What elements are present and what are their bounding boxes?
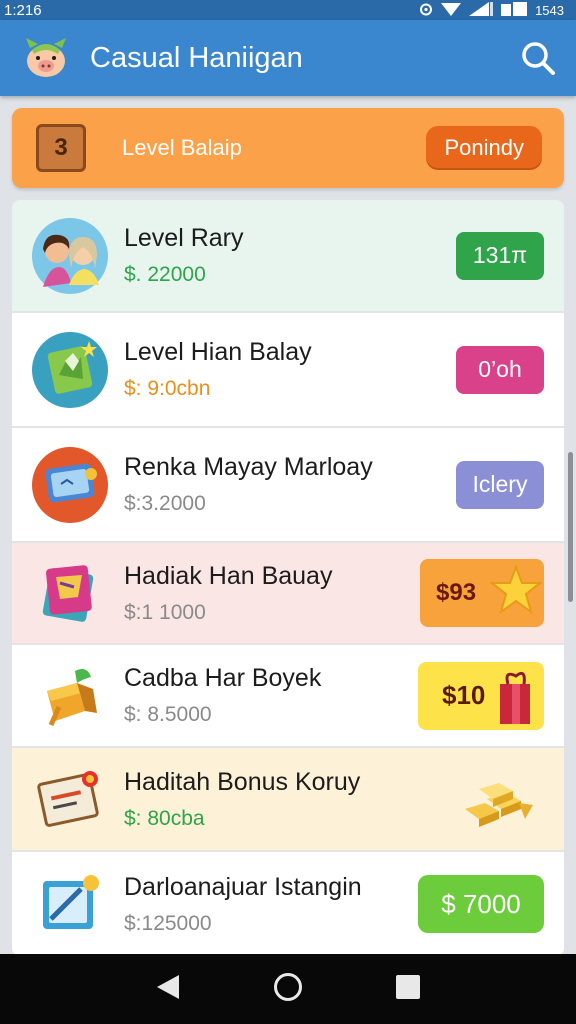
status-time: 1:216 bbox=[4, 1, 42, 19]
tablet-icon bbox=[30, 445, 110, 525]
list-item[interactable]: Renka Mayay Marloay $:3.2000 Iclery bbox=[12, 428, 564, 543]
item-action-button[interactable]: $93 bbox=[420, 559, 544, 627]
level-banner[interactable]: 3 Level Balaip Ponindy bbox=[12, 108, 564, 188]
banner-title: Level Balaip bbox=[122, 135, 242, 160]
list-item[interactable]: Level Rary $. 22000 131π bbox=[12, 200, 564, 313]
signal-icon bbox=[469, 1, 494, 19]
item-action-button[interactable]: 131π bbox=[456, 231, 544, 280]
content-area: 3 Level Balaip Ponindy Level Rary $. 220… bbox=[0, 96, 576, 954]
item-list: Level Rary $. 22000 131π Level Hian Bala… bbox=[12, 200, 564, 954]
item-title: Hadiak Han Bauay bbox=[124, 561, 333, 590]
item-title: Cadba Har Boyek bbox=[124, 664, 322, 692]
item-text: Renka Mayay Marloay $:3.2000 bbox=[124, 453, 456, 516]
app-title: Casual Haniigan bbox=[90, 41, 303, 74]
item-text: Haditah Bonus Koruy $: 80cba bbox=[124, 768, 454, 831]
gift-bag-icon bbox=[500, 671, 530, 724]
item-price: $. 22000 bbox=[124, 263, 206, 286]
item-action-button[interactable]: $10 bbox=[418, 661, 544, 730]
item-price: $:3.2000 bbox=[124, 492, 206, 515]
item-price: $: 9:0cbn bbox=[124, 377, 211, 400]
navigation-bar bbox=[0, 954, 576, 1024]
item-action-button[interactable]: 0’oh bbox=[456, 345, 544, 394]
home-icon[interactable] bbox=[272, 971, 304, 1008]
item-text: Darloanajuar Istangin $:125000 bbox=[124, 873, 418, 936]
item-price: $:1 1000 bbox=[124, 600, 206, 624]
item-text: Level Hian Balay $: 9:0cbn bbox=[124, 338, 456, 401]
item-price: $: 80cba bbox=[124, 806, 205, 830]
item-price: $: 8.5000 bbox=[124, 703, 212, 726]
list-item[interactable]: Darloanajuar Istangin $:125000 $ 7000 bbox=[12, 852, 564, 954]
gold-bars-icon[interactable] bbox=[454, 765, 544, 833]
item-action-button[interactable]: $ 7000 bbox=[418, 875, 544, 933]
certificate-icon bbox=[30, 759, 110, 839]
alarm-icon bbox=[419, 2, 433, 19]
map-icon bbox=[30, 330, 110, 410]
item-action-label: $10 bbox=[442, 680, 486, 710]
item-title: Renka Mayay Marloay bbox=[124, 453, 373, 481]
couple-avatar-icon bbox=[30, 216, 110, 296]
list-item[interactable]: Level Hian Balay $: 9:0cbn 0’oh bbox=[12, 313, 564, 428]
list-item[interactable]: Cadba Har Boyek $: 8.5000 $10 bbox=[12, 645, 564, 748]
back-icon[interactable] bbox=[155, 973, 181, 1006]
status-right-text: 1543 bbox=[535, 2, 564, 18]
item-price: $:125000 bbox=[124, 911, 212, 935]
battery-icon bbox=[501, 1, 528, 19]
app-bar: Casual Haniigan bbox=[0, 20, 576, 96]
star-icon bbox=[490, 565, 542, 615]
item-title: Level Rary bbox=[124, 224, 244, 252]
scrollbar-thumb[interactable] bbox=[568, 452, 573, 602]
recents-icon[interactable] bbox=[395, 974, 421, 1005]
list-item[interactable]: Hadiak Han Bauay $:1 1000 $93 bbox=[12, 543, 564, 645]
list-item[interactable]: Haditah Bonus Koruy $: 80cba bbox=[12, 748, 564, 852]
item-action-label: $93 bbox=[436, 579, 477, 606]
item-title: Haditah Bonus Koruy bbox=[124, 767, 361, 796]
item-text: Cadba Har Boyek $: 8.5000 bbox=[124, 664, 418, 727]
wifi-icon bbox=[441, 2, 462, 19]
status-icons: 1543 bbox=[419, 1, 564, 19]
banner-button[interactable]: Ponindy bbox=[426, 126, 542, 170]
notebook-icon bbox=[30, 553, 110, 633]
status-bar: 1:216 1543 bbox=[0, 0, 576, 20]
search-icon[interactable] bbox=[516, 36, 560, 80]
item-action-button[interactable]: Iclery bbox=[456, 460, 544, 509]
item-text: Hadiak Han Bauay $:1 1000 bbox=[124, 562, 420, 625]
level-badge: 3 bbox=[36, 124, 86, 172]
pencil-card-icon bbox=[30, 864, 110, 944]
item-title: Darloanajuar Istangin bbox=[124, 872, 362, 901]
pig-mascot-icon bbox=[22, 34, 70, 82]
item-text: Level Rary $. 22000 bbox=[124, 224, 456, 287]
item-title: Level Hian Balay bbox=[124, 338, 312, 366]
gift-box-icon bbox=[30, 656, 110, 736]
